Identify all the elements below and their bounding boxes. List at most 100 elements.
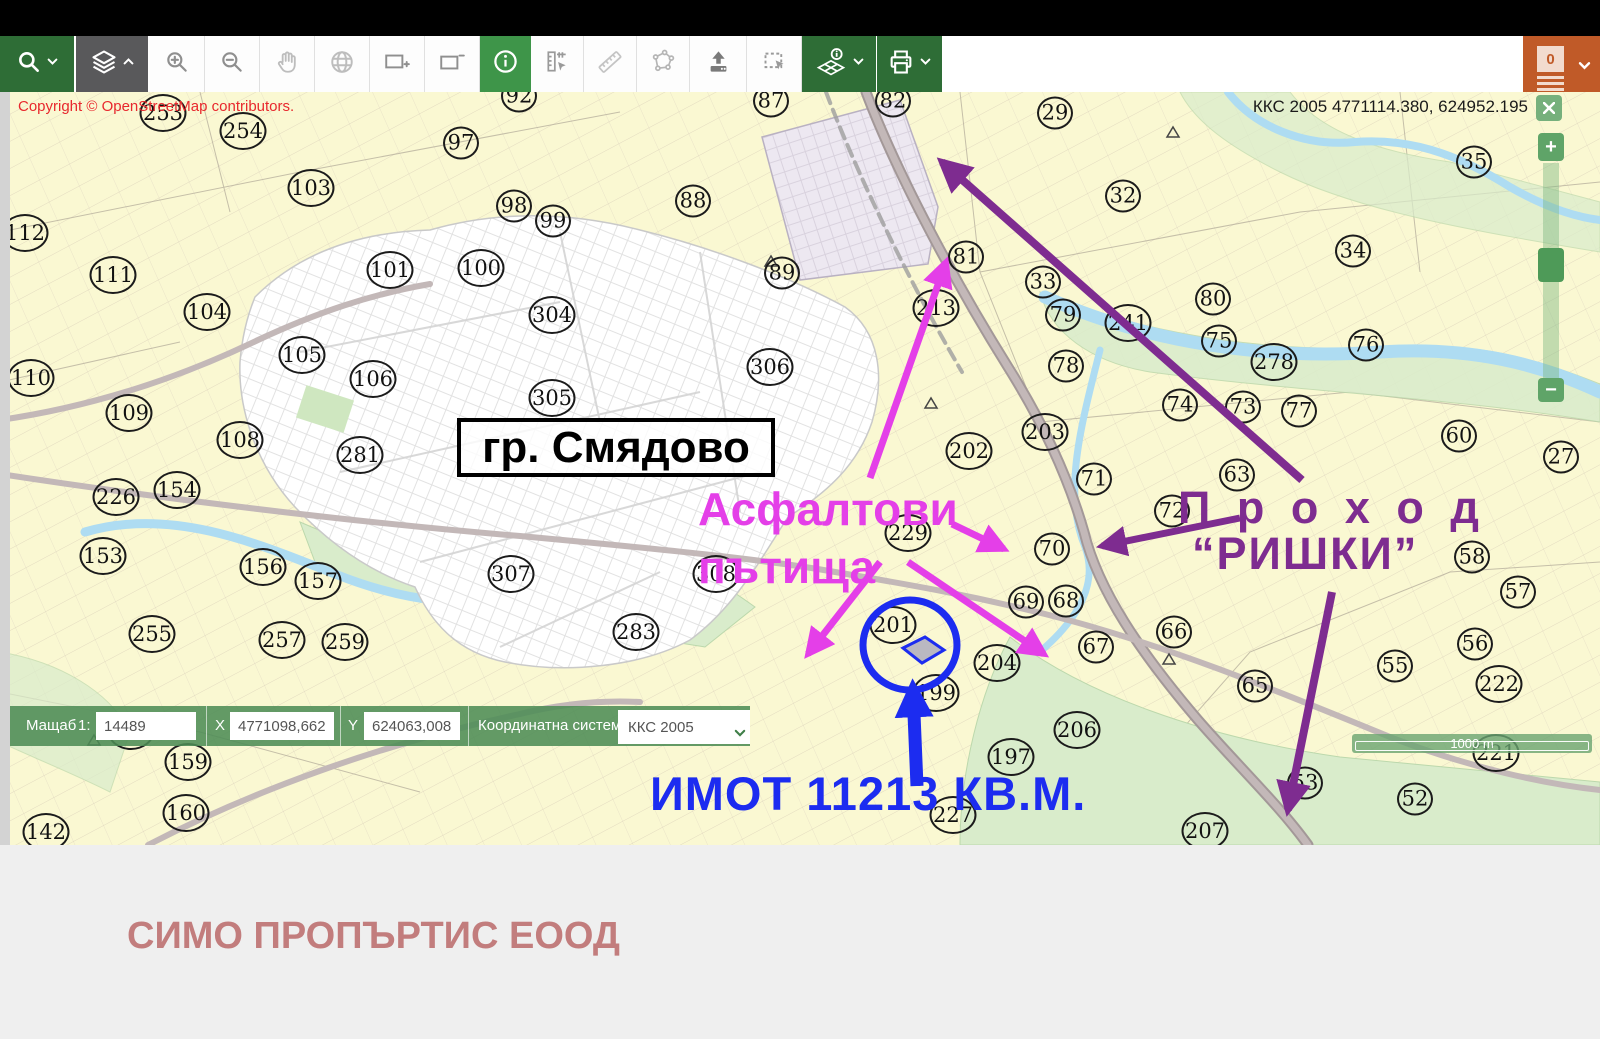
parcel-number: 213 (913, 289, 960, 327)
parcel-number: 80 (1195, 283, 1231, 316)
zoom-box-in-button[interactable] (370, 36, 425, 92)
globe-icon (329, 49, 355, 80)
parcel-number: 154 (154, 471, 201, 509)
ruler-icon (596, 48, 624, 81)
crs-select[interactable]: ККС 2005 (618, 710, 750, 744)
zoom-out-button[interactable] (205, 36, 260, 92)
parcel-number: 103 (288, 169, 335, 207)
scale-bar: 1000 m (1352, 734, 1592, 753)
identify-button[interactable] (480, 36, 531, 92)
search-icon (16, 49, 42, 80)
parcel-number: 88 (675, 185, 711, 218)
parcel-number: 52 (1397, 783, 1433, 816)
parcel-number: 307 (488, 555, 535, 593)
parcel-number: 206 (1054, 711, 1101, 749)
parcel-number: 306 (747, 348, 794, 386)
scale-bar-label: 1000 m (1352, 736, 1592, 751)
coordinate-readout: ККС 2005 4771114.380, 624952.195 (1253, 97, 1528, 117)
parcel-number: 109 (106, 394, 153, 432)
parcel-number: 254 (220, 112, 267, 150)
parcel-number: 157 (295, 562, 342, 600)
parcel-number: 92 (501, 92, 537, 113)
parcel-number: 33 (1025, 266, 1061, 299)
page-footer: СИМО ПРОПЪРТИС ЕООД (0, 845, 1600, 1039)
asphalt-roads-label-line1: Асфалтови (698, 482, 958, 536)
ruler-cursor-icon (544, 49, 570, 80)
parcel-number: 203 (1022, 413, 1069, 451)
parcel-number: 53 (1287, 767, 1323, 800)
parcel-number: 105 (279, 336, 326, 374)
parcel-number: 97 (443, 127, 479, 160)
y-coordinate-input[interactable] (364, 712, 460, 740)
pan-button[interactable] (260, 36, 315, 92)
parcel-number: 283 (613, 613, 660, 651)
export-button[interactable] (690, 36, 747, 92)
zoom-box-out-button[interactable] (425, 36, 480, 92)
parcel-number: 34 (1335, 235, 1371, 268)
top-black-bar (0, 0, 1600, 36)
copyright-note: Copyright © OpenStreetMap contributors. (18, 98, 294, 115)
zoom-in-button[interactable] (150, 36, 205, 92)
scale-input[interactable] (96, 712, 196, 740)
parcel-number: 79 (1045, 299, 1081, 332)
layers-button[interactable] (76, 36, 148, 92)
parcel-number: 27 (1543, 441, 1579, 474)
zoom-out-map-button[interactable]: − (1538, 378, 1564, 402)
parcel-number: 104 (184, 293, 231, 331)
asphalt-roads-label-line2: пътища (698, 540, 875, 594)
chevron-down-icon (46, 55, 59, 73)
parcel-number: 89 (764, 257, 800, 290)
chevron-down-icon (1577, 58, 1592, 78)
globe-button[interactable] (315, 36, 370, 92)
parcel-number: 71 (1076, 463, 1112, 496)
parcel-number: 66 (1156, 616, 1192, 649)
left-gutter (0, 92, 10, 845)
parcel-number: 257 (259, 621, 306, 659)
rishki-pass-label-line1: П р о х о д (1178, 482, 1486, 534)
rectangle-minus-icon (438, 49, 466, 80)
menu-button[interactable]: 0 (1523, 36, 1600, 92)
measure-area-button[interactable] (531, 36, 584, 92)
layers-icon (90, 48, 118, 81)
company-name: СИМО ПРОПЪРТИС ЕООД (127, 915, 620, 958)
layer-info-icon (814, 46, 848, 83)
parcel-number: 60 (1441, 420, 1477, 453)
parcel-number: 56 (1457, 628, 1493, 661)
parcel-number: 153 (80, 537, 127, 575)
parcel-number: 101 (367, 251, 414, 289)
parcel-number: 199 (913, 674, 960, 712)
info-icon (492, 48, 519, 80)
scale-label: Мащаб (26, 717, 76, 734)
parcel-number: 241 (1105, 304, 1152, 342)
polygon-select-button[interactable] (637, 36, 690, 92)
parcel-number: 70 (1034, 533, 1070, 566)
print-icon (887, 48, 915, 81)
parcel-number: 81 (948, 241, 984, 274)
parcel-number: 98 (496, 190, 532, 223)
parcel-number: 255 (129, 615, 176, 653)
hand-icon (274, 49, 300, 80)
parcel-number: 202 (946, 432, 993, 470)
chevron-down-icon (919, 55, 932, 73)
map-canvas[interactable]: 2532549297878229351039899883211234111101… (0, 92, 1600, 845)
measure-distance-button[interactable] (584, 36, 637, 92)
zoom-slider-handle[interactable] (1538, 248, 1564, 282)
parcel-number: 65 (1237, 670, 1273, 703)
layer-info-button[interactable] (802, 36, 877, 92)
zoom-in-map-button[interactable]: + (1538, 133, 1564, 161)
town-label: гр. Смядово (457, 418, 775, 477)
print-button[interactable] (877, 36, 942, 92)
map-toolbar: 0 (0, 36, 1600, 92)
parcel-number: 281 (337, 436, 384, 474)
parcel-number: 68 (1048, 585, 1084, 618)
parcel-number: 29 (1037, 97, 1073, 130)
parcel-number: 69 (1008, 586, 1044, 619)
x-coordinate-input[interactable] (230, 712, 334, 740)
parcel-number: 305 (529, 379, 576, 417)
parcel-number: 110 (8, 359, 55, 397)
search-button[interactable] (0, 36, 74, 92)
close-button[interactable] (1536, 95, 1562, 121)
parcel-number: 204 (974, 644, 1021, 682)
box-select-button[interactable] (747, 36, 802, 92)
parcel-number: 78 (1048, 350, 1084, 383)
